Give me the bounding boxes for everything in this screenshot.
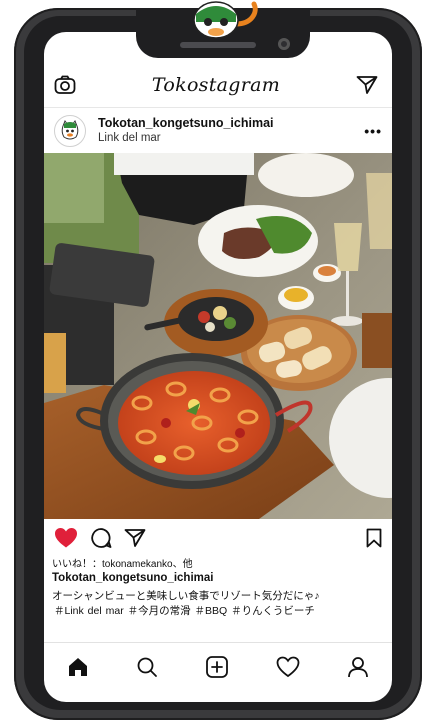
avatar[interactable] [54,115,86,147]
likes-text: いいね！：tokonamekanko、他 [52,559,193,570]
app-screen: Tokostagram Tokotan_kongetsuno_ichimai L… [44,32,392,702]
cat-avatar-icon [61,120,79,140]
caption-text: オーシャンビューと美味しい食事でリゾート気分だにゃ♪ [52,590,320,602]
bottom-nav [44,642,392,691]
search-icon[interactable] [136,656,158,678]
post-user-info: Tokotan_kongetsuno_ichimai Link del mar [98,116,364,146]
home-icon[interactable] [67,656,89,678]
post-username[interactable]: Tokotan_kongetsuno_ichimai [98,116,364,131]
send-icon[interactable] [124,528,146,548]
send-icon[interactable] [356,75,378,95]
profile-icon[interactable] [347,656,369,678]
heart-outline-icon[interactable] [276,656,300,678]
post-location[interactable]: Link del mar [98,131,364,146]
post-photo [44,153,392,519]
bookmark-icon[interactable] [366,528,382,548]
camera-icon[interactable] [54,75,76,95]
heart-icon[interactable] [54,527,78,549]
post-actions-left [54,527,366,549]
add-post-icon[interactable] [205,655,229,679]
post-actions [44,522,392,554]
front-camera [278,38,290,50]
hashtags[interactable]: ＃Link del mar ＃今月の常滑 ＃BBQ ＃りんくうビーチ [54,603,315,618]
post-header: Tokotan_kongetsuno_ichimai Link del mar … [44,110,392,152]
top-bar: Tokostagram [44,62,392,108]
comment-icon[interactable] [90,527,112,549]
speaker-grille [180,42,256,48]
more-options-icon[interactable]: ••• [364,123,382,139]
app-logo: Tokostagram [151,73,281,96]
caption-username[interactable]: Tokotan_kongetsuno_ichimai [52,572,213,584]
mascot-icon [193,1,258,39]
